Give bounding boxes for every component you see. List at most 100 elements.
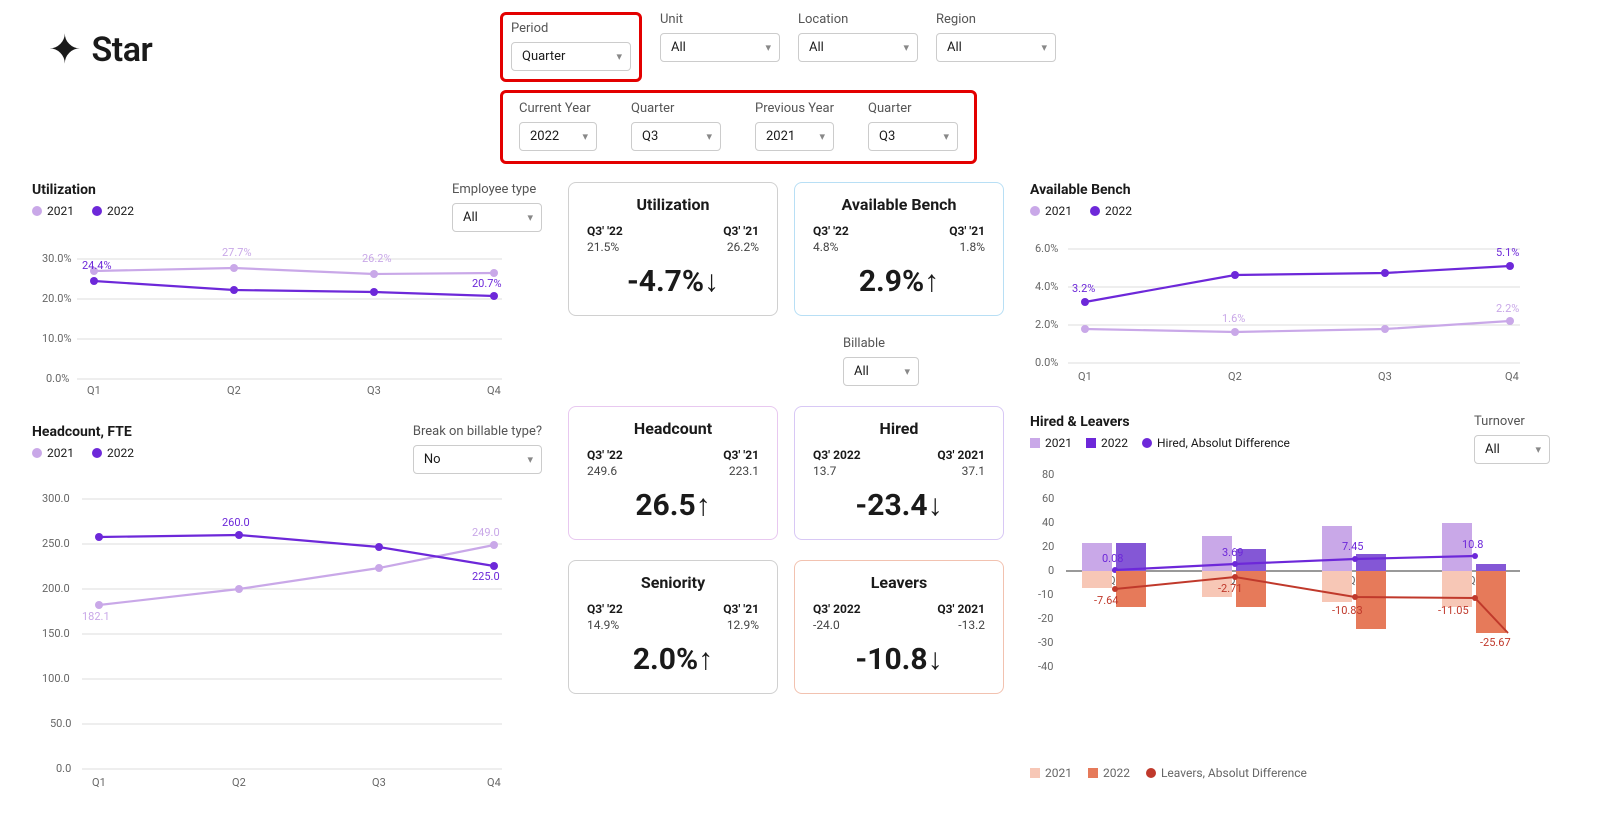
svg-text:2.2%: 2.2% [1496, 302, 1519, 315]
svg-text:182.1: 182.1 [82, 610, 110, 623]
bench-chart: Available Bench 2021 2022 6.0% 4.0% 2.0%… [1030, 182, 1550, 396]
svg-text:4.0%: 4.0% [1035, 280, 1058, 293]
svg-text:40: 40 [1042, 516, 1054, 529]
headcount-line-chart: 300.0 250.0 200.0 150.0 100.0 50.0 0.0 Q… [32, 474, 512, 809]
star-icon: ✦ [48, 30, 82, 70]
kpi-bench: Available Bench Q3' '22Q3' '21 4.8%1.8% … [794, 182, 1004, 316]
legend-2021: 2021 [32, 204, 74, 218]
svg-text:2.0%: 2.0% [1035, 318, 1058, 331]
svg-text:10.0%: 10.0% [42, 332, 72, 345]
break-billable-select[interactable]: No [413, 445, 542, 474]
location-filter-label: Location [798, 12, 918, 27]
legend-2022: 2022 [92, 446, 134, 460]
svg-text:-10: -10 [1038, 588, 1053, 601]
location-select[interactable]: All [798, 33, 918, 62]
region-select[interactable]: All [936, 33, 1056, 62]
current-quarter-label: Quarter [631, 101, 721, 116]
svg-text:7.45: 7.45 [1342, 540, 1363, 553]
svg-text:Q2: Q2 [232, 776, 246, 789]
svg-text:Q4: Q4 [487, 384, 501, 397]
unit-filter-label: Unit [660, 12, 780, 27]
svg-text:0.0%: 0.0% [46, 372, 69, 385]
legend-hired-2021: 2021 [1030, 436, 1072, 450]
svg-text:50.0: 50.0 [50, 717, 71, 730]
svg-text:0.0%: 0.0% [1035, 356, 1058, 369]
previous-year-select[interactable]: 2021 [755, 122, 834, 151]
svg-text:Q1: Q1 [87, 384, 101, 397]
svg-text:Q2: Q2 [1228, 370, 1242, 383]
previous-quarter-select[interactable]: Q3 [868, 122, 958, 151]
svg-text:3.2%: 3.2% [1072, 282, 1095, 295]
svg-text:-10.83: -10.83 [1332, 604, 1363, 617]
svg-text:260.0: 260.0 [222, 516, 250, 529]
svg-text:Q3: Q3 [367, 384, 381, 397]
svg-text:20: 20 [1042, 540, 1054, 553]
svg-text:-20: -20 [1038, 612, 1053, 625]
legend-2021: 2021 [32, 446, 74, 460]
svg-text:-25.67: -25.67 [1480, 636, 1511, 649]
utilization-line-chart: 30.0% 20.0% 10.0% 0.0% Q1 Q2 Q3 Q4 27.7%… [32, 232, 512, 402]
svg-text:-7.64: -7.64 [1094, 594, 1119, 607]
svg-text:250.0: 250.0 [42, 537, 70, 550]
utilization-title: Utilization [32, 182, 134, 198]
employee-type-label: Employee type [452, 182, 542, 197]
break-billable-label: Break on billable type? [413, 424, 542, 439]
current-year-label: Current Year [519, 101, 597, 116]
svg-text:20.0%: 20.0% [42, 292, 72, 305]
svg-text:0.0: 0.0 [56, 762, 71, 775]
svg-text:10.8: 10.8 [1462, 538, 1483, 551]
kpi-hired: Hired Q3' 2022Q3' 2021 13.737.1 -23.4↓ [794, 406, 1004, 540]
legend-2022: 2022 [92, 204, 134, 218]
headcount-title: Headcount, FTE [32, 424, 134, 440]
employee-type-select[interactable]: All [452, 203, 542, 232]
svg-text:Q2: Q2 [227, 384, 241, 397]
utilization-chart: Utilization 2021 2022 Employee type All … [32, 182, 542, 406]
svg-text:1.6%: 1.6% [1222, 312, 1245, 325]
svg-text:Q3: Q3 [372, 776, 386, 789]
legend-hired-abs: Hired, Absolut Difference [1142, 436, 1290, 450]
kpi-seniority: Seniority Q3' '22Q3' '21 14.9%12.9% 2.0%… [568, 560, 778, 694]
turnover-select[interactable]: All [1474, 435, 1550, 464]
billable-select[interactable]: All [843, 357, 919, 386]
period-filter-label: Period [511, 21, 631, 36]
billable-label: Billable [843, 336, 919, 351]
svg-text:-40: -40 [1038, 660, 1053, 673]
unit-select[interactable]: All [660, 33, 780, 62]
previous-quarter-label: Quarter [868, 101, 958, 116]
svg-text:Q3: Q3 [1378, 370, 1392, 383]
svg-text:100.0: 100.0 [42, 672, 70, 685]
hired-leavers-chart: Hired & Leavers 2021 2022 Hired, Absolut… [1030, 414, 1550, 780]
svg-text:20.7%: 20.7% [472, 277, 502, 290]
svg-text:-30: -30 [1038, 636, 1053, 649]
svg-text:Q4: Q4 [1505, 370, 1519, 383]
svg-text:27.7%: 27.7% [222, 246, 252, 259]
svg-text:300.0: 300.0 [42, 492, 70, 505]
svg-text:30.0%: 30.0% [42, 252, 72, 265]
hired-leavers-title: Hired & Leavers [1030, 414, 1290, 430]
kpi-headcount: Headcount Q3' '22Q3' '21 249.6223.1 26.5… [568, 406, 778, 540]
current-year-select[interactable]: 2022 [519, 122, 597, 151]
legend-2021: 2021 [1030, 204, 1072, 218]
svg-text:0.08: 0.08 [1102, 552, 1123, 565]
current-quarter-select[interactable]: Q3 [631, 122, 721, 151]
region-filter-label: Region [936, 12, 1056, 27]
legend-2022: 2022 [1090, 204, 1132, 218]
compare-period-box: Current Year 2022 Quarter Q3 Previous Ye… [500, 90, 977, 164]
svg-text:5.1%: 5.1% [1496, 246, 1519, 259]
svg-text:-2.71: -2.71 [1218, 582, 1243, 595]
svg-text:24.4%: 24.4% [82, 259, 112, 272]
turnover-label: Turnover [1474, 414, 1550, 429]
svg-text:26.2%: 26.2% [362, 252, 392, 265]
svg-text:80: 80 [1042, 468, 1054, 481]
brand-logo: ✦ Star [48, 30, 152, 70]
period-select[interactable]: Quarter [511, 42, 631, 71]
bench-title: Available Bench [1030, 182, 1550, 198]
legend-leavers-2021: 2021 [1030, 766, 1072, 780]
svg-text:Q1: Q1 [92, 776, 106, 789]
previous-year-label: Previous Year [755, 101, 834, 116]
svg-text:3.69: 3.69 [1222, 546, 1243, 559]
legend-leavers-abs: Leavers, Absolut Difference [1146, 766, 1307, 780]
svg-text:-11.05: -11.05 [1438, 604, 1469, 617]
hired-leavers-bar-chart: 80 60 40 20 0 -10 -20 -30 -40 Q1 Q2 [1030, 464, 1530, 754]
svg-text:Q1: Q1 [1078, 370, 1092, 383]
